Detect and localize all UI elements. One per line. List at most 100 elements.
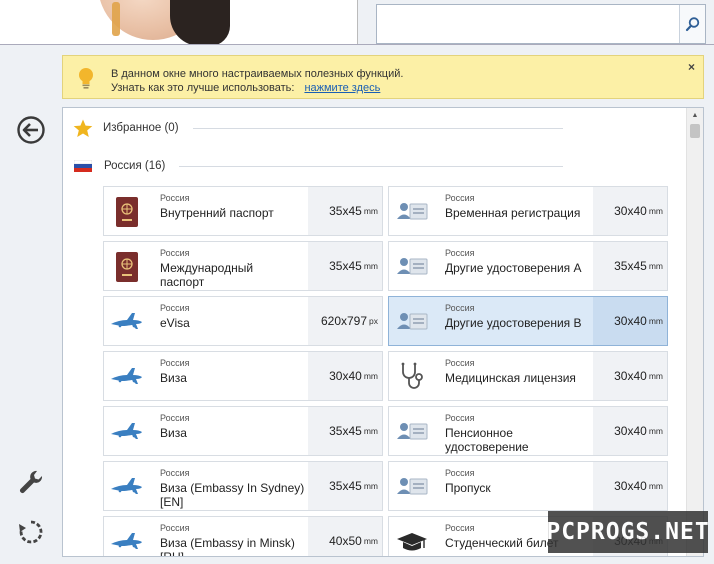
document-card[interactable]: Россия Пропуск 30x40 mm — [388, 461, 668, 511]
card-country: Россия — [445, 303, 475, 313]
close-banner-button[interactable]: × — [688, 60, 695, 74]
document-card[interactable]: Россия Международный паспорт 35x45 mm — [103, 241, 383, 291]
card-size-unit: mm — [648, 206, 663, 216]
card-size: 35x45 mm — [308, 187, 382, 235]
card-country: Россия — [445, 413, 475, 423]
card-size-value: 30x40 — [614, 204, 647, 218]
airplane-icon — [110, 360, 144, 394]
scroll-thumb[interactable] — [690, 124, 700, 138]
card-size-unit: mm — [363, 206, 378, 216]
document-card[interactable]: Россия Внутренний паспорт 35x45 mm — [103, 186, 383, 236]
group-divider — [192, 127, 563, 129]
wrench-icon — [20, 470, 43, 493]
watermark: PCPROGS.NET — [546, 511, 709, 553]
search-button[interactable] — [679, 5, 705, 43]
passport-icon — [110, 250, 144, 284]
lightbulb-icon — [79, 68, 93, 89]
card-size-value: 35x45 — [614, 259, 647, 273]
card-size-unit: px — [369, 316, 378, 326]
passport-icon — [110, 195, 144, 229]
card-size-value: 35x45 — [329, 479, 362, 493]
document-card[interactable]: Россия Виза 30x40 mm — [103, 351, 383, 401]
document-card[interactable]: Россия eVisa 620x797 px — [103, 296, 383, 346]
document-card[interactable]: Россия Временная регистрация 30x40 mm — [388, 186, 668, 236]
vertical-scrollbar[interactable]: ▲ — [686, 108, 703, 556]
stethoscope-icon — [395, 360, 429, 394]
info-banner: В данном окне много настраиваемых полезн… — [62, 55, 704, 99]
search-field[interactable] — [376, 4, 706, 44]
settings-button[interactable] — [14, 465, 48, 499]
card-size-value: 35x45 — [329, 204, 362, 218]
reset-button[interactable] — [14, 515, 48, 549]
document-card[interactable]: Россия Виза (Embassy In Sydney) [EN] 35x… — [103, 461, 383, 511]
back-button[interactable] — [14, 113, 48, 147]
card-size: 30x40mm — [593, 462, 667, 510]
photo-marker — [112, 2, 120, 36]
refresh-icon — [19, 520, 43, 544]
search-icon — [685, 17, 699, 32]
group-header-russia[interactable]: Россия (16) — [73, 156, 563, 176]
card-title: Внутренний паспорт — [160, 206, 274, 220]
card-country: Россия — [160, 523, 190, 533]
document-card[interactable]: Россия Другие удостоверения A 35x45 mm — [388, 241, 668, 291]
card-size-value: 40x50 — [329, 534, 362, 548]
card-country: Россия — [445, 248, 475, 258]
card-size: 30x40mm — [308, 352, 382, 400]
card-size-unit: mm — [363, 261, 378, 271]
card-size-unit: mm — [363, 536, 378, 546]
russia-flag-icon — [74, 160, 92, 172]
card-size: 30x40mm — [593, 352, 667, 400]
graduation-cap-icon — [395, 525, 429, 556]
card-size: 620x797 px — [308, 297, 382, 345]
airplane-icon — [110, 415, 144, 449]
document-card[interactable]: Россия Медицинская лицензия 30x40 mm — [388, 351, 668, 401]
card-size-value: 620x797 — [320, 314, 368, 328]
document-type-panel: В данном окне много настраиваемых полезн… — [0, 44, 714, 564]
card-title: Виза — [160, 371, 187, 385]
card-title: Международный паспорт — [160, 261, 254, 289]
info-text: В данном окне много настраиваемых полезн… — [111, 67, 403, 95]
card-country: Россия — [160, 248, 190, 258]
document-card-selected[interactable]: Россия Другие удостоверения B 30x40 mm — [388, 296, 668, 346]
search-input[interactable] — [377, 5, 677, 41]
card-title: Другие удостоверения A — [445, 261, 582, 275]
group-label-russia: Россия (16) — [104, 160, 166, 172]
card-size: 40x50 mm — [308, 517, 382, 556]
card-size-value: 30x40 — [614, 479, 647, 493]
card-size-unit: mm — [648, 316, 663, 326]
card-size-unit: mm — [648, 261, 663, 271]
photo-preview — [0, 0, 358, 44]
id-card-icon — [395, 305, 429, 339]
card-title: eVisa — [160, 316, 190, 330]
group-header-favorites[interactable]: Избранное (0) — [73, 118, 563, 138]
card-country: Россия — [445, 468, 475, 478]
card-size: 30x40mm — [593, 297, 667, 345]
document-card[interactable]: Россия Виза (Embassy in Minsk) [RU] 40x5… — [103, 516, 383, 557]
photo-hair — [170, 0, 230, 44]
card-size: 35x45 mm — [308, 462, 382, 510]
help-link[interactable]: нажмите здесь — [304, 82, 380, 94]
airplane-icon — [110, 525, 144, 556]
card-title: Виза (Embassy in Minsk) [RU] — [160, 536, 295, 557]
card-country: Россия — [445, 193, 475, 203]
card-country: Россия — [445, 358, 475, 368]
card-size: 30x40mm — [593, 407, 667, 455]
info-line-2: Узнать как это лучше использовать: нажмит… — [111, 81, 403, 95]
id-card-icon — [395, 415, 429, 449]
card-size: 35x45 mm — [593, 242, 667, 290]
card-country: Россия — [160, 468, 190, 478]
info-line-2-text: Узнать как это лучше использовать: — [111, 82, 295, 94]
card-size-unit: mm — [363, 371, 378, 381]
airplane-icon — [110, 470, 144, 504]
card-size-value: 30x40 — [614, 369, 647, 383]
document-card[interactable]: Россия Пенсионное удостоверение 30x40 mm — [388, 406, 668, 456]
card-size-unit: mm — [648, 371, 663, 381]
id-card-icon — [395, 250, 429, 284]
card-size-unit: mm — [648, 481, 663, 491]
document-card[interactable]: Россия Виза 35x45 mm — [103, 406, 383, 456]
card-size: 35x45 mm — [308, 407, 382, 455]
card-country: Россия — [160, 358, 190, 368]
scroll-up-icon[interactable]: ▲ — [687, 108, 703, 122]
card-size: 35x45 mm — [308, 242, 382, 290]
card-size-value: 35x45 — [329, 424, 362, 438]
